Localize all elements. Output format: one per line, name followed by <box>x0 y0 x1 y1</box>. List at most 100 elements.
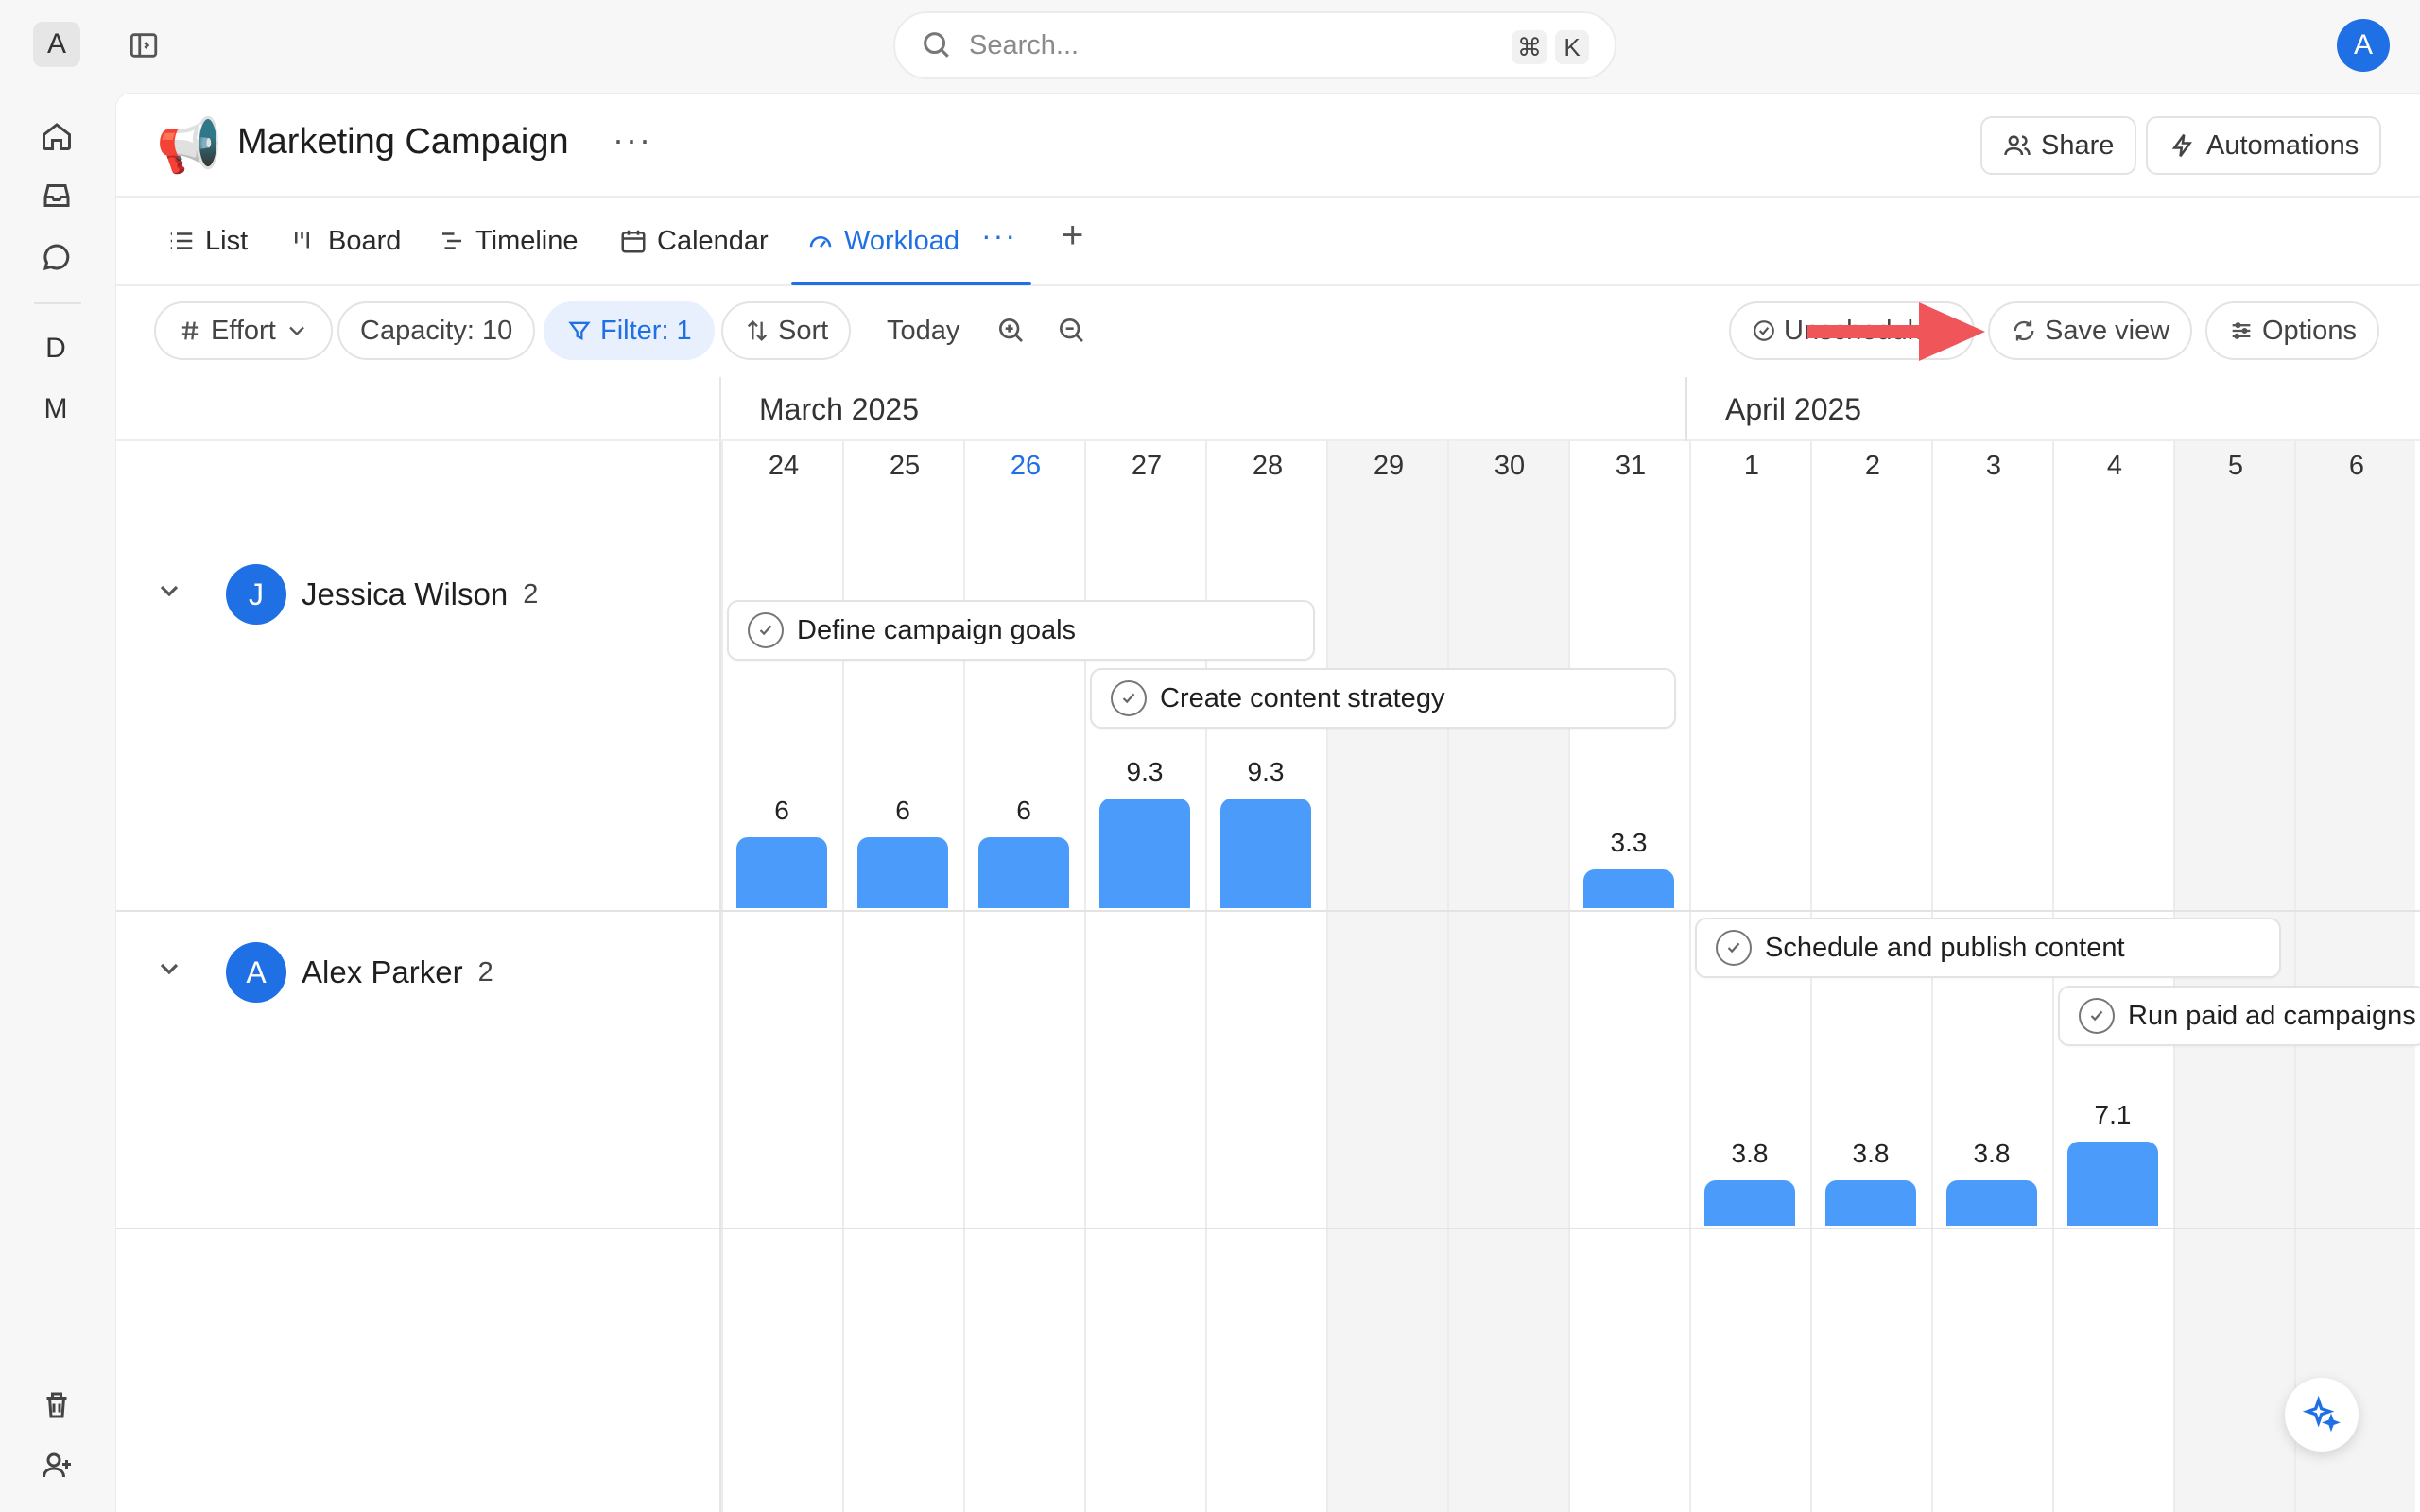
row-separator <box>116 910 2420 912</box>
hash-icon <box>182 321 199 340</box>
avatar: A <box>226 942 286 1003</box>
today-button[interactable]: Today <box>887 301 959 360</box>
filter-button[interactable]: Filter: 1 <box>544 301 715 360</box>
refresh-icon <box>2014 320 2034 341</box>
workload-bar[interactable] <box>857 837 948 908</box>
workload-bar[interactable] <box>1946 1180 2037 1226</box>
tab-calendar[interactable]: Calendar <box>619 198 769 284</box>
task-bar[interactable]: Run paid ad campaigns <box>2058 986 2420 1046</box>
task-check-icon[interactable] <box>2079 998 2115 1034</box>
tab-workload[interactable]: Workload <box>806 198 959 284</box>
sort-icon <box>747 320 768 341</box>
space-d[interactable]: D <box>33 327 78 370</box>
share-button[interactable]: Share <box>1980 116 2137 175</box>
capacity-button[interactable]: Capacity: 10 <box>337 301 536 360</box>
workload-bar[interactable] <box>1583 869 1674 908</box>
person-row-alex: A Alex Parker 2 <box>154 942 493 1003</box>
chat-icon[interactable] <box>34 234 79 280</box>
home-icon[interactable] <box>34 113 79 159</box>
workload-grid: 24 25 26 27 28 29 30 31 1 2 3 4 5 6 March 2025 April … <box>116 377 2420 1512</box>
workload-bar[interactable] <box>1099 799 1190 908</box>
day-label: 27 <box>1131 451 1163 481</box>
task-title: Create content strategy <box>1160 682 1445 713</box>
workload-bar[interactable] <box>1825 1180 1916 1226</box>
day-label: 5 <box>2227 451 2244 481</box>
workspace-avatar[interactable]: A <box>33 22 80 67</box>
workload-bar[interactable] <box>2067 1142 2158 1226</box>
workload-value-label: 6 <box>774 796 789 825</box>
avatar: J <box>226 564 286 625</box>
task-title: Schedule and publish content <box>1765 932 2125 963</box>
collapse-chevron-icon[interactable] <box>154 954 192 991</box>
task-bar[interactable]: Define campaign goals <box>727 600 1315 661</box>
workload-value-label: 6 <box>1016 796 1031 825</box>
task-check-icon[interactable] <box>1111 680 1147 716</box>
day-label: 1 <box>1743 451 1760 481</box>
project-header: 📢 Marketing Campaign ··· Share Automatio… <box>116 94 2420 198</box>
sidebar-toggle-icon[interactable] <box>125 26 163 64</box>
tab-timeline[interactable]: Timeline <box>438 198 579 284</box>
rail-divider <box>34 302 81 304</box>
task-title: Run paid ad campaigns <box>2128 1000 2416 1031</box>
sort-label: Sort <box>778 315 829 346</box>
search-input[interactable] <box>969 29 1479 61</box>
day-label-today: 26 <box>1010 451 1042 481</box>
workload-bar[interactable] <box>1704 1180 1795 1226</box>
tab-label: Calendar <box>657 225 769 256</box>
left-rail: A D M <box>0 0 115 1512</box>
trash-icon[interactable] <box>34 1383 79 1428</box>
workload-bar[interactable] <box>736 837 827 908</box>
sort-button[interactable]: Sort <box>721 301 852 360</box>
space-m[interactable]: M <box>33 387 78 431</box>
workload-bar[interactable] <box>978 837 1069 908</box>
day-column: 30 <box>1447 441 1568 1512</box>
active-tab-indicator <box>791 282 1031 285</box>
day-label: 3 <box>1985 451 2002 481</box>
tab-label: Board <box>328 225 402 256</box>
month-march: March 2025 <box>759 391 919 426</box>
effort-dropdown[interactable]: Effort <box>154 301 333 360</box>
tab-list[interactable]: List <box>167 198 248 284</box>
tab-label: List <box>205 225 249 256</box>
workload-value-label: 3.8 <box>1973 1139 2011 1168</box>
timeline-icon <box>442 232 461 249</box>
task-bar[interactable]: Create content strategy <box>1090 668 1676 729</box>
add-view-button[interactable]: + <box>1062 215 1083 257</box>
day-column: 6 <box>2294 441 2415 1512</box>
task-title: Define campaign goals <box>797 614 1077 645</box>
chevron-down-icon <box>288 326 304 336</box>
tab-board[interactable]: Board <box>290 198 401 284</box>
invite-user-icon[interactable] <box>34 1443 79 1488</box>
options-label: Options <box>2262 315 2357 346</box>
day-label: 28 <box>1252 451 1284 481</box>
workload-toolbar: Effort Capacity: 10 Filter: 1 Sort Today… <box>116 286 2420 377</box>
user-avatar[interactable]: A <box>2337 19 2390 72</box>
project-more-button[interactable]: ··· <box>613 120 652 160</box>
ai-assistant-button[interactable] <box>2285 1378 2359 1452</box>
workload-value-label: 9.3 <box>1126 757 1164 786</box>
main-panel: 📢 Marketing Campaign ··· Share Automatio… <box>115 93 2420 1512</box>
day-column: 29 <box>1326 441 1447 1512</box>
workload-bar[interactable] <box>1220 799 1311 908</box>
automations-label: Automations <box>2206 129 2360 161</box>
inbox-icon[interactable] <box>34 173 79 218</box>
options-button[interactable]: Options <box>2205 301 2379 360</box>
view-tabs: List Board Timeline Calendar Workload ··… <box>116 198 2420 286</box>
automations-button[interactable]: Automations <box>2146 116 2382 175</box>
collapse-chevron-icon[interactable] <box>154 576 192 613</box>
task-check-icon[interactable] <box>748 612 784 648</box>
list-icon <box>170 232 193 249</box>
zoom-out-icon[interactable] <box>1056 315 1088 347</box>
shortcut-mod-key: ⌘ <box>1512 30 1547 64</box>
save-view-button[interactable]: Save view <box>1988 301 2193 360</box>
zoom-in-icon[interactable] <box>995 315 1028 347</box>
workload-value-label: 3.8 <box>1731 1139 1769 1168</box>
sparkle-icon <box>2303 1396 2341 1433</box>
search-bar[interactable]: ⌘ K <box>893 11 1616 79</box>
task-check-icon[interactable] <box>1716 930 1752 966</box>
workload-value-label: 3.8 <box>1852 1139 1890 1168</box>
save-view-label: Save view <box>2045 315 2170 346</box>
task-bar[interactable]: Schedule and publish content <box>1695 918 2281 978</box>
task-count: 2 <box>477 956 493 988</box>
workload-more-button[interactable]: ··· <box>981 218 1017 253</box>
